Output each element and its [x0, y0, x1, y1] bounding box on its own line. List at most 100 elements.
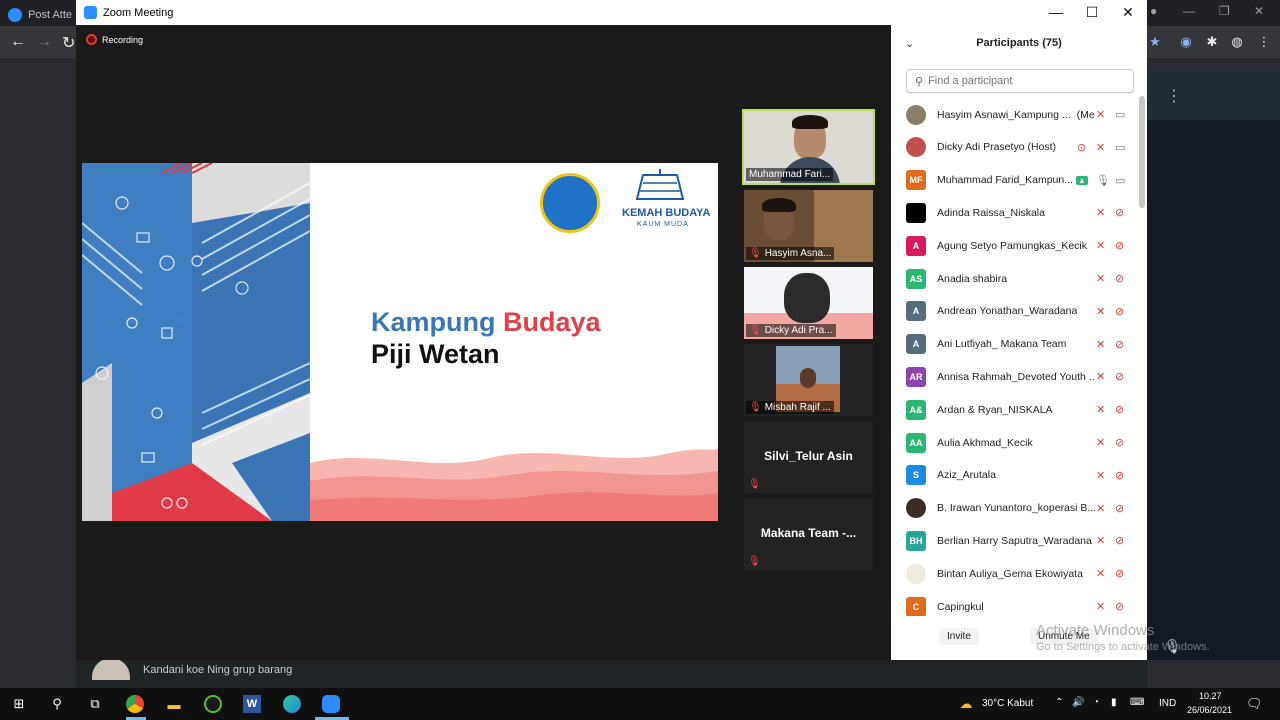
participant-row[interactable]: Bintan Auliya_Gema Ekowiyata ✕ ⊘	[891, 557, 1137, 590]
participant-search[interactable]: ⚲	[906, 69, 1134, 93]
participant-row[interactable]: C Capingkul ✕ ⊘	[891, 590, 1137, 616]
video-off-icon[interactable]: ⊘	[1115, 338, 1124, 351]
zoom-icon[interactable]	[322, 695, 340, 713]
participant-name: Andrean Yonathan_Waradana	[937, 305, 1077, 317]
participant-row[interactable]: AS Anadia shabira ✕ ⊘	[891, 262, 1137, 295]
participant-row[interactable]: S Aziz_Arutala ✕ ⊘	[891, 459, 1137, 492]
browser-restore-icon[interactable]: ❐	[1219, 4, 1230, 18]
language-indicator[interactable]: IND	[1159, 698, 1176, 709]
muted-mic-icon[interactable]: ✕	[1096, 600, 1105, 613]
chrome-icon[interactable]	[126, 695, 144, 713]
muted-mic-icon[interactable]: ✕	[1096, 534, 1105, 547]
task-view-icon[interactable]: ⧉	[86, 695, 104, 713]
participant-name: Muhammad Farid_Kampun...	[937, 174, 1073, 186]
participant-row[interactable]: A Andrean Yonathan_Waradana ✕ ⊘	[891, 295, 1137, 328]
muted-mic-icon: 🎙	[748, 479, 761, 490]
video-camera-icon[interactable]: ▭	[1115, 108, 1125, 121]
video-tile-name: Muhammad Fari...	[746, 168, 834, 181]
video-off-icon[interactable]: ⊘	[1115, 305, 1124, 318]
microphone-icon[interactable]: 🎙	[1096, 174, 1110, 187]
video-off-icon[interactable]: ⊘	[1115, 436, 1124, 449]
word-icon[interactable]: W	[243, 695, 261, 713]
chevron-up-icon[interactable]: ⌃	[1055, 697, 1063, 708]
muted-mic-icon[interactable]: ✕	[1096, 272, 1105, 285]
battery-icon[interactable]: ▮	[1111, 697, 1117, 708]
participant-row[interactable]: Hasyim Asnawi_Kampung ... (Me)✕ ▭	[891, 98, 1137, 131]
muted-mic-icon[interactable]: ✕	[1096, 108, 1105, 121]
close-button[interactable]: ✕	[1121, 4, 1135, 21]
participant-row[interactable]: BH Berlian Harry Saputra_Waradana ✕ ⊘	[891, 524, 1137, 557]
video-off-icon[interactable]: ⊘	[1115, 239, 1124, 252]
muted-mic-icon[interactable]: ✕	[1096, 370, 1105, 383]
video-off-icon[interactable]: ⊘	[1115, 502, 1124, 515]
weather-icon[interactable]: ☁	[957, 695, 975, 713]
reload-icon[interactable]: ↻	[62, 33, 75, 53]
browser-tab[interactable]: Post Atte	[8, 4, 78, 26]
browser-minimize-icon[interactable]: —	[1183, 4, 1195, 18]
video-tile[interactable]: 🎙 Hasyim Asna...	[744, 190, 873, 262]
extension-icon[interactable]: ◉	[1178, 34, 1194, 50]
volume-icon[interactable]: 🔊	[1072, 697, 1084, 708]
video-camera-icon[interactable]: ▭	[1115, 174, 1125, 187]
video-tile[interactable]: Silvi_Telur Asin 🎙	[744, 421, 873, 493]
app-icon[interactable]	[204, 695, 222, 713]
clock-date[interactable]: 26/06/2021	[1187, 705, 1232, 715]
video-tile[interactable]: 🎙 Misbah Rajif ...	[744, 344, 873, 416]
muted-mic-icon[interactable]: ✕	[1096, 338, 1105, 351]
forward-icon[interactable]: →	[36, 33, 52, 51]
browser-mini-icon: ●	[1150, 4, 1158, 18]
back-icon[interactable]: ←	[10, 33, 26, 51]
participant-row[interactable]: Adinda Raissa_Niskala ✕ ⊘	[891, 196, 1137, 229]
puzzle-icon[interactable]: ✱	[1204, 34, 1220, 50]
profile-avatar-icon[interactable]: ◍	[1229, 34, 1245, 50]
search-input[interactable]	[928, 75, 1119, 87]
participant-row[interactable]: A Agung Setyo Pamungkas_Kecik ✕ ⊘	[891, 229, 1137, 262]
video-off-icon[interactable]: ⊘	[1115, 534, 1124, 547]
kebab-menu-icon[interactable]: ⋮	[1166, 86, 1182, 106]
keyboard-icon[interactable]: ⌨	[1130, 697, 1144, 708]
video-off-icon[interactable]: ⊘	[1115, 272, 1124, 285]
bookmark-star-icon[interactable]: ★	[1147, 34, 1163, 50]
search-icon[interactable]: ⚲	[48, 695, 66, 713]
browser-menu-icon[interactable]: ⋮	[1256, 34, 1272, 50]
windows-start-icon[interactable]: ⊞	[10, 695, 28, 713]
video-tile[interactable]: Makana Team -... 🎙	[744, 498, 873, 570]
edge-icon[interactable]	[283, 695, 301, 713]
participant-row[interactable]: MF Muhammad Farid_Kampun... ▲ 🎙 ▭	[891, 164, 1137, 197]
video-off-icon[interactable]: ⊘	[1115, 206, 1124, 219]
notification-icon[interactable]: 🗨	[1246, 696, 1263, 712]
minimize-button[interactable]: —	[1049, 4, 1063, 20]
video-off-icon[interactable]: ⊘	[1115, 370, 1124, 383]
video-camera-icon[interactable]: ▭	[1115, 141, 1125, 154]
muted-mic-icon[interactable]: ✕	[1096, 469, 1105, 482]
muted-mic-icon[interactable]: ✕	[1096, 403, 1105, 416]
participant-row[interactable]: AR Annisa Rahmah_Devoted Youth ... ✕ ⊘	[891, 360, 1137, 393]
muted-mic-icon[interactable]: ✕	[1096, 206, 1105, 219]
video-tile[interactable]: 🎙 Dicky Adi Pra...	[744, 267, 873, 339]
participant-row[interactable]: AA Aulia Akhmad_Kecik ✕ ⊘	[891, 426, 1137, 459]
video-off-icon[interactable]: ⊘	[1115, 469, 1124, 482]
participant-row[interactable]: Dicky Adi Prasetyo (Host) ⊙ ✕ ▭	[891, 131, 1137, 164]
file-explorer-icon[interactable]: ▬	[165, 695, 183, 713]
muted-mic-icon[interactable]: ✕	[1096, 567, 1105, 580]
video-off-icon[interactable]: ⊘	[1115, 403, 1124, 416]
network-icon[interactable]: ◔	[1093, 697, 1099, 708]
clock-time[interactable]: 10.27	[1199, 691, 1222, 701]
recording-indicator[interactable]: Recording	[86, 34, 143, 45]
muted-mic-icon[interactable]: ✕	[1096, 305, 1105, 318]
participant-row[interactable]: B. Irawan Yunantoro_koperasi B... ✕ ⊘	[891, 492, 1137, 525]
invite-button[interactable]: Invite	[939, 628, 979, 645]
muted-mic-icon[interactable]: ✕	[1096, 436, 1105, 449]
maximize-button[interactable]: ☐	[1085, 4, 1099, 21]
video-off-icon[interactable]: ⊘	[1115, 567, 1124, 580]
muted-mic-icon[interactable]: ✕	[1096, 502, 1105, 515]
muted-mic-icon[interactable]: ✕	[1096, 141, 1105, 154]
muted-mic-icon[interactable]: ✕	[1096, 239, 1105, 252]
video-tile[interactable]: Muhammad Fari...	[742, 109, 875, 185]
participant-row[interactable]: A Ani Lutfiyah_ Makana Team ✕ ⊘	[891, 328, 1137, 361]
participant-list-scrollbar[interactable]	[1139, 96, 1145, 208]
video-off-icon[interactable]: ⊘	[1115, 600, 1124, 613]
browser-close-icon[interactable]: ✕	[1254, 4, 1264, 18]
participant-row[interactable]: A& Ardan & Ryan_NISKALA ✕ ⊘	[891, 393, 1137, 426]
weather-text[interactable]: 30°C Kabut	[982, 698, 1033, 709]
